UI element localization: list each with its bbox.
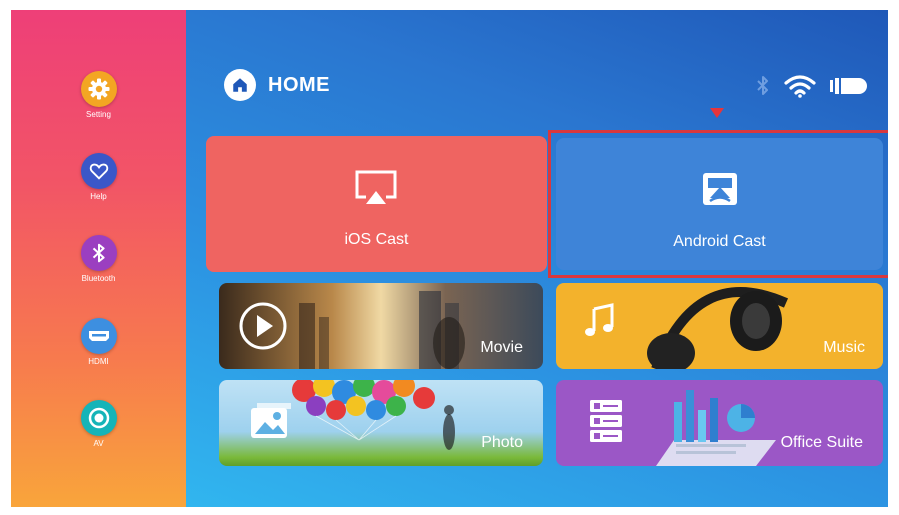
sidebar-item-label: Bluetooth — [81, 274, 116, 283]
office-suite-tile[interactable]: Office Suite — [556, 380, 883, 466]
wifi-icon — [784, 74, 816, 103]
music-tile[interactable]: Music — [556, 283, 883, 369]
sidebar-item-hdmi[interactable]: HDMI — [11, 318, 186, 366]
battery-icon — [830, 76, 870, 101]
sidebar-item-label: HDMI — [88, 357, 109, 366]
sidebar-item-label: Setting — [86, 110, 111, 119]
projector-home-screen: Setting Help Bluetooth HDMI AV HOME iOS … — [11, 10, 888, 507]
ios-cast-tile[interactable]: iOS Cast — [206, 136, 547, 272]
status-bar — [756, 73, 870, 104]
home-header: HOME — [224, 69, 330, 101]
heart-icon — [80, 153, 117, 189]
sidebar-item-setting[interactable]: Setting — [11, 71, 186, 119]
hdmi-icon — [80, 318, 117, 354]
movie-tile[interactable]: Movie — [219, 283, 543, 369]
play-icon — [237, 300, 289, 357]
movie-label: Movie — [480, 339, 523, 356]
ios-cast-label: iOS Cast — [344, 231, 409, 248]
photo-tile[interactable]: Photo — [219, 380, 543, 466]
sidebar-item-bluetooth[interactable]: Bluetooth — [11, 235, 186, 283]
photo-label: Photo — [481, 434, 523, 451]
airplay-icon — [352, 168, 400, 213]
selection-pointer-icon — [710, 108, 724, 118]
office-suite-label: Office Suite — [780, 434, 863, 451]
document-list-icon — [588, 398, 624, 449]
music-note-icon — [582, 303, 622, 348]
bluetooth-icon — [756, 73, 770, 104]
av-icon — [80, 400, 117, 436]
selection-highlight — [548, 130, 888, 278]
sidebar-item-av[interactable]: AV — [11, 400, 186, 448]
music-label: Music — [823, 339, 865, 356]
page-title: HOME — [268, 73, 330, 96]
sidebar: Setting Help Bluetooth HDMI AV — [11, 10, 186, 507]
image-icon — [247, 400, 295, 449]
bluetooth-icon — [80, 235, 117, 271]
sidebar-item-label: AV — [93, 439, 104, 448]
sidebar-item-help[interactable]: Help — [11, 153, 186, 201]
gear-icon — [80, 71, 117, 107]
sidebar-item-label: Help — [90, 192, 107, 201]
home-icon — [224, 69, 256, 101]
